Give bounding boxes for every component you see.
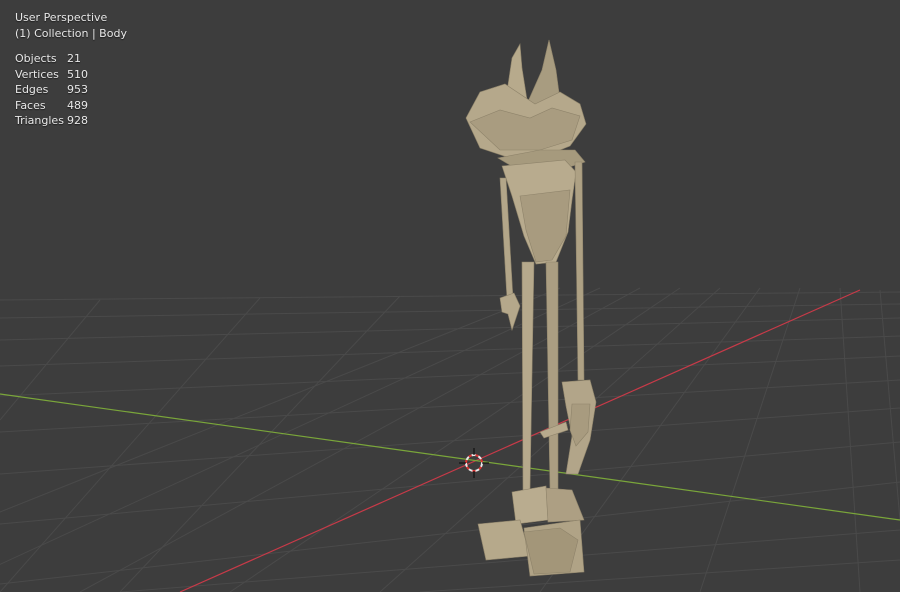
stat-faces: Faces 489 xyxy=(15,98,127,114)
stat-value: 21 xyxy=(67,52,81,65)
right-arm xyxy=(574,161,585,381)
scene-canvas[interactable] xyxy=(0,0,900,592)
stat-value: 489 xyxy=(67,98,88,112)
scene-statistics: Objects 21 Vertices 510 Edges 953 Faces … xyxy=(15,51,127,129)
stat-label: Vertices xyxy=(15,67,59,81)
left-foot xyxy=(477,519,531,561)
character-model[interactable] xyxy=(465,39,597,577)
stat-value: 953 xyxy=(67,83,88,96)
view-perspective-label: User Perspective xyxy=(15,11,108,24)
right-boot-top xyxy=(545,487,585,523)
3d-cursor-icon[interactable] xyxy=(459,448,489,478)
stat-triangles: Triangles 928 xyxy=(15,113,127,129)
stat-vertices: Vertices 510 xyxy=(15,67,127,83)
collection-label: (1) Collection | Body xyxy=(15,26,127,40)
3d-viewport[interactable]: User Perspective (1) Collection | Body O… xyxy=(0,0,900,592)
stat-value: 510 xyxy=(67,67,88,81)
left-boot-top xyxy=(511,485,549,525)
stat-edges: Edges 953 xyxy=(15,82,127,98)
stat-objects: Objects 21 xyxy=(15,51,127,67)
stat-value: 928 xyxy=(67,114,88,127)
floor-grid xyxy=(0,287,900,592)
viewport-overlay: User Perspective (1) Collection | Body O… xyxy=(15,10,127,129)
stat-label: Faces xyxy=(15,98,46,112)
stat-label: Triangles xyxy=(15,114,64,127)
right-leg xyxy=(545,261,559,491)
left-hand xyxy=(499,292,521,332)
stat-label: Objects xyxy=(15,52,57,65)
y-axis-line xyxy=(0,393,900,521)
stat-label: Edges xyxy=(15,83,49,96)
left-arm xyxy=(499,177,514,300)
